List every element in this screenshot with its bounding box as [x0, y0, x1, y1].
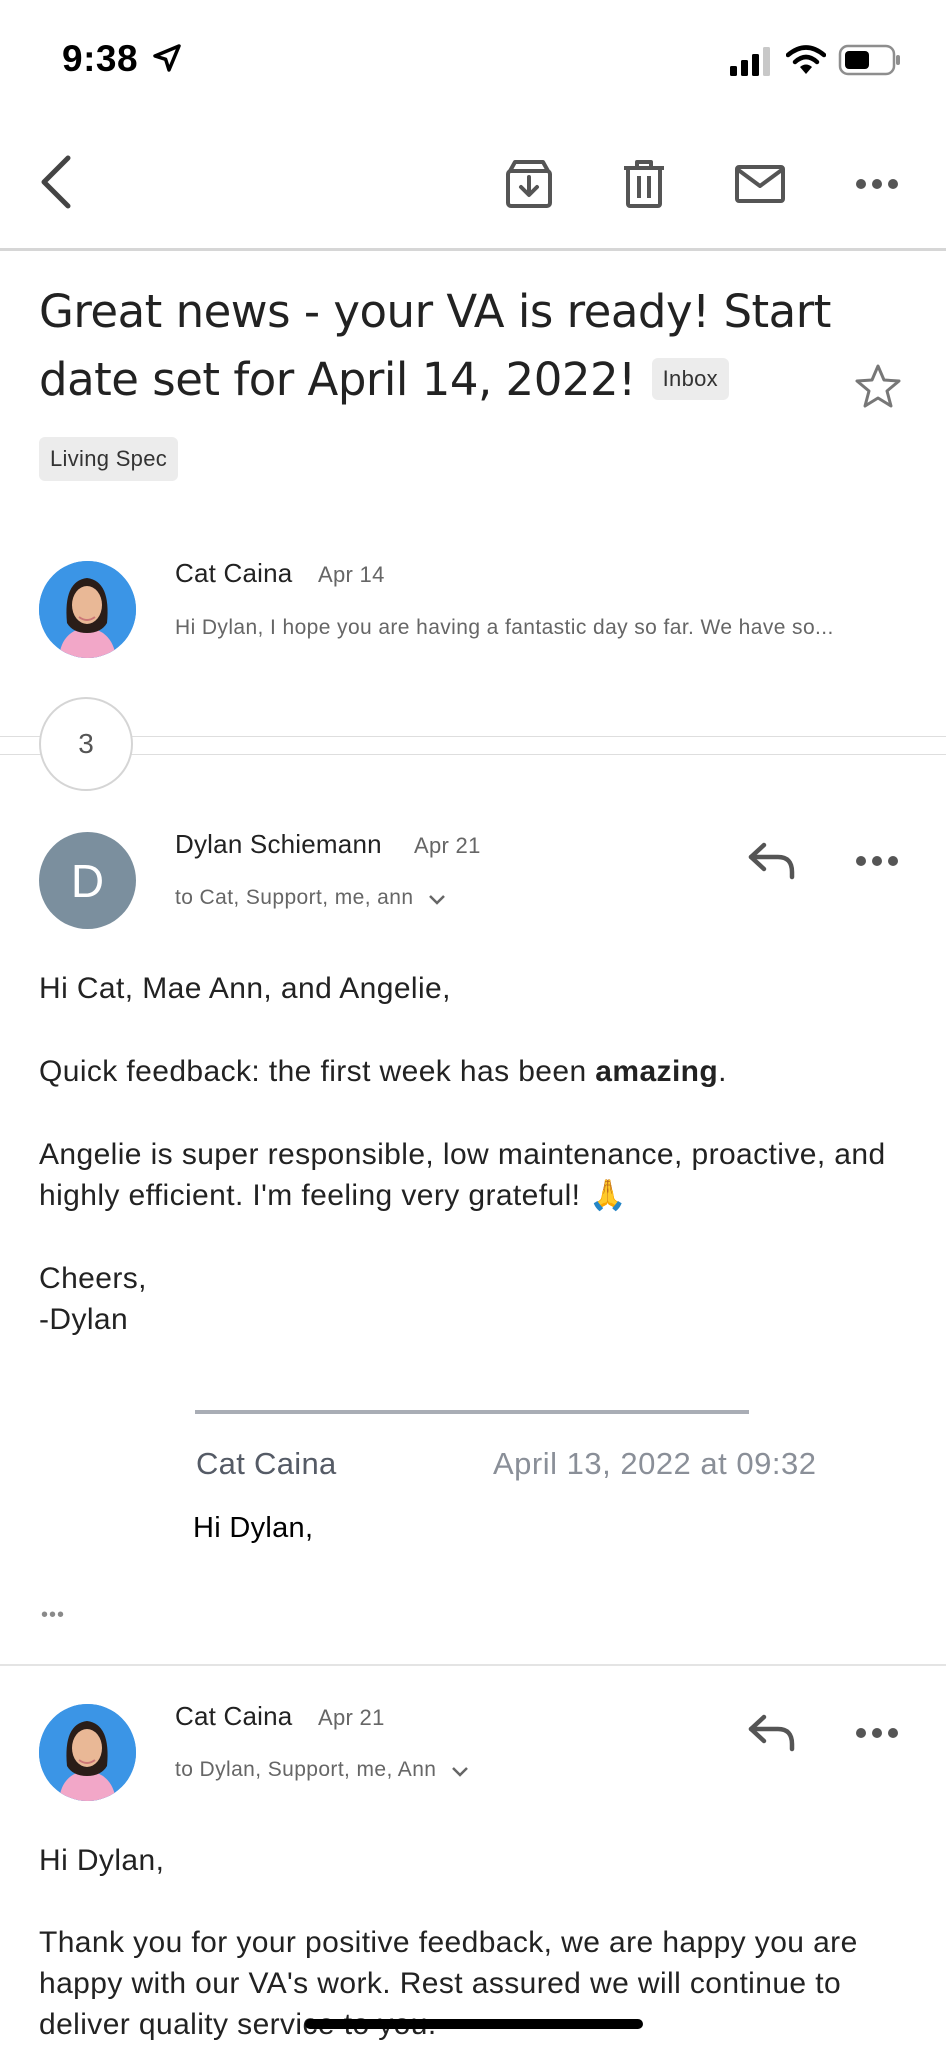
- mail-icon: [735, 165, 785, 203]
- battery-icon: [838, 44, 900, 76]
- more-horizontal-icon: [856, 1728, 898, 1738]
- message-divider: [0, 1664, 946, 1666]
- archive-icon: [506, 160, 552, 208]
- signal-icon: [730, 47, 770, 76]
- label-chip-living-spec[interactable]: Living Spec: [39, 437, 179, 481]
- archive-button[interactable]: [499, 154, 559, 214]
- message-1-sender: Dylan Schiemann: [175, 829, 382, 859]
- collapsed-message-sender: Cat Caina: [175, 558, 293, 588]
- reply-icon: [748, 842, 795, 880]
- collapsed-message-date: Apr 14: [318, 562, 385, 587]
- message-1-date: Apr 21: [414, 833, 481, 858]
- quoted-date: April 13, 2022 at 09:32: [493, 1446, 817, 1481]
- message-2-recipients[interactable]: to Dylan, Support, me, Ann: [175, 1758, 469, 1782]
- quote-divider: [195, 1410, 749, 1414]
- toolbar-divider: [0, 248, 946, 251]
- message-1-more-button[interactable]: [852, 842, 902, 880]
- more-horizontal-icon: [856, 856, 898, 866]
- message-1-signoff-2: -Dylan: [39, 1303, 129, 1336]
- message-2-date: Apr 21: [318, 1705, 385, 1730]
- collapsed-message-snippet[interactable]: Hi Dylan, I hope you are having a fantas…: [175, 616, 895, 640]
- star-icon: [855, 364, 901, 408]
- email-subject: Great news - your VA is ready! Start dat…: [39, 285, 831, 406]
- chevron-down-icon: [451, 1767, 468, 1777]
- wifi-icon: [786, 45, 826, 74]
- more-options-button[interactable]: [852, 164, 902, 204]
- avatar-dylan: D: [39, 832, 136, 929]
- back-button[interactable]: [30, 150, 80, 214]
- thread-divider-lower: [0, 754, 946, 755]
- avatar-cat-caina-2: [39, 1704, 136, 1801]
- person-photo-icon: [39, 561, 136, 658]
- reply-icon: [748, 1714, 795, 1752]
- location-arrow-icon: [153, 44, 181, 72]
- message-2-reply-button[interactable]: [744, 1710, 800, 1756]
- thread-divider: [0, 736, 946, 737]
- home-indicator[interactable]: [305, 2019, 643, 2029]
- message-1-signoff-1: Cheers,: [39, 1262, 147, 1295]
- message-1-paragraph-2: Angelie is super responsible, low mainte…: [39, 1138, 886, 1212]
- message-2-greeting: Hi Dylan,: [39, 1844, 165, 1877]
- message-1-reply-button[interactable]: [744, 838, 800, 884]
- star-button[interactable]: [850, 358, 906, 414]
- quoted-body: Hi Dylan,: [193, 1512, 314, 1544]
- trash-icon: [624, 160, 664, 208]
- delete-button[interactable]: [614, 154, 674, 214]
- more-horizontal-icon: [856, 179, 898, 189]
- message-1-paragraph-1: Quick feedback: the first week has been …: [39, 1055, 727, 1088]
- message-1-greeting: Hi Cat, Mae Ann, and Angelie,: [39, 972, 451, 1005]
- avatar-cat-caina: [39, 561, 136, 658]
- message-2-sender: Cat Caina: [175, 1701, 293, 1731]
- chevron-down-icon: [428, 895, 445, 905]
- inbox-label-chip[interactable]: Inbox: [651, 358, 729, 400]
- person-photo-icon: [39, 1704, 136, 1801]
- chevron-left-icon: [41, 155, 71, 209]
- show-trimmed-content-button[interactable]: •••: [41, 1604, 65, 1627]
- mark-unread-button[interactable]: [729, 154, 791, 214]
- message-1-recipients[interactable]: to Cat, Support, me, ann: [175, 886, 446, 910]
- quoted-sender: Cat Caina: [196, 1446, 337, 1481]
- hidden-messages-count[interactable]: 3: [39, 697, 133, 791]
- message-2-more-button[interactable]: [852, 1714, 902, 1752]
- status-time: 9:38: [62, 38, 183, 80]
